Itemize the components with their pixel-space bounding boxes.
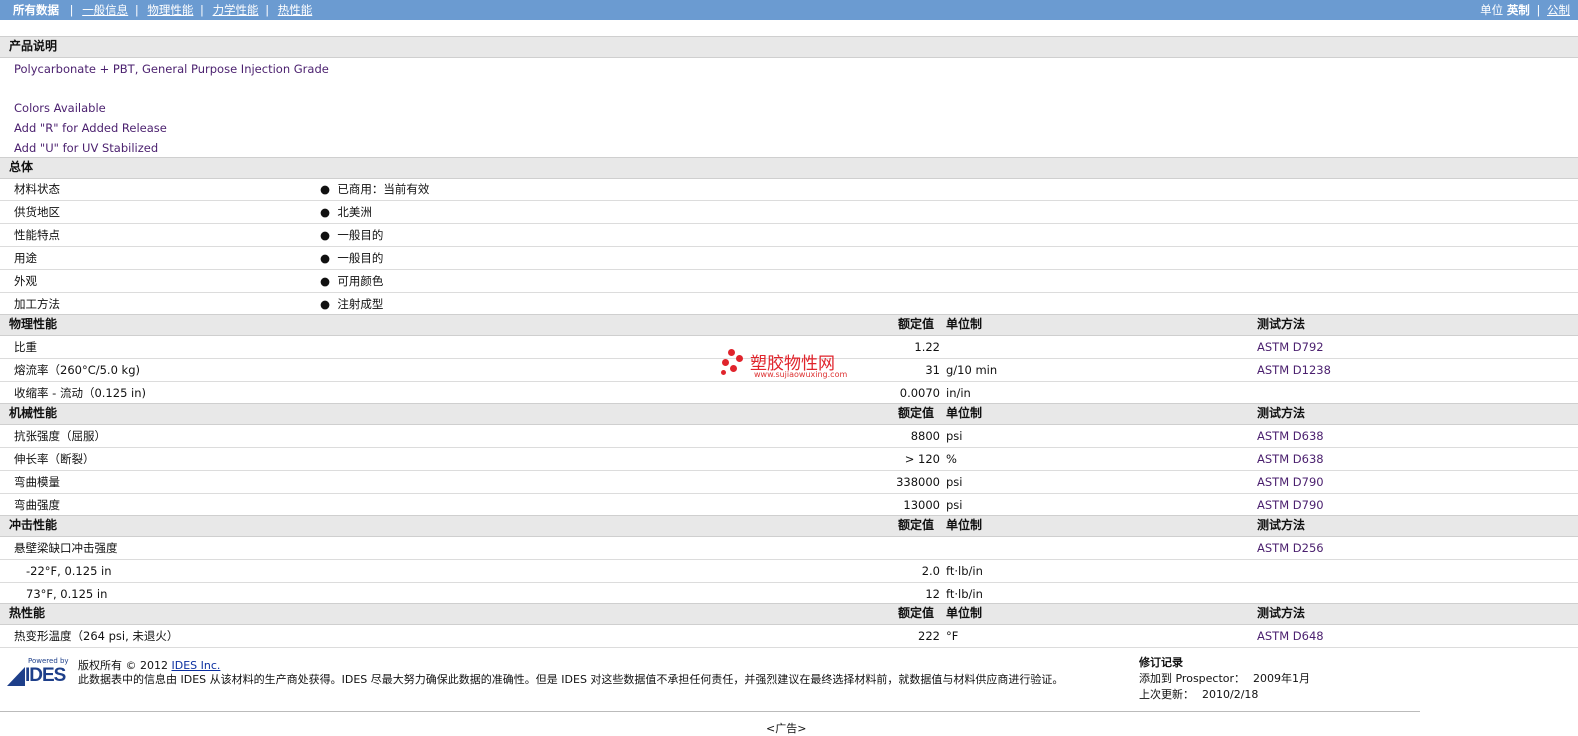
table-row: 弯曲强度 13000 psi ASTM D790 [0, 494, 1578, 516]
unit-switcher: 单位 英制 | 公制 [1480, 3, 1570, 17]
test-method-link[interactable]: ASTM D790 [1257, 471, 1324, 493]
property-label: 材料状态 [14, 182, 60, 196]
table-row: 73°F, 0.125 in 12 ft·lb/in [26, 587, 983, 601]
footer-divider [0, 711, 1420, 712]
property-label: 用途 [14, 251, 37, 265]
test-method-link[interactable]: ASTM D638 [1257, 425, 1324, 447]
site-watermark: 塑胶物性网 www.sujiaowuxing.com [720, 347, 860, 383]
table-row: -22°F, 0.125 in 2.0 ft·lb/in [0, 560, 1578, 583]
product-desc-line: Add "R" for Added Release [14, 121, 167, 135]
product-desc-line: Colors Available [14, 101, 106, 115]
tab-bar: 所有数据 | 一般信息 | 物理性能 | 力学性能 | 热性能 [13, 3, 313, 17]
test-method-link[interactable]: ASTM D638 [1257, 448, 1324, 470]
table-row: 弯曲模量 338000 psi ASTM D790 [0, 471, 1578, 494]
property-value: ● 可用颜色 [320, 274, 384, 288]
table-row: 伸长率（断裂） > 120 % ASTM D638 [0, 448, 1578, 471]
tab-thermal[interactable]: 热性能 [278, 3, 313, 17]
test-method-link[interactable]: ASTM D1238 [1257, 359, 1331, 381]
property-value: ● 北美洲 [320, 205, 372, 219]
section-general: 总体 [0, 157, 1578, 179]
section-mechanical: 机械性能 额定值 单位制 测试方法 [0, 403, 1578, 425]
property-label: 加工方法 [14, 297, 60, 311]
table-row: 热变形温度（264 psi, 未退火） 222 °F ASTM D648 [0, 625, 1578, 648]
property-label: 供货地区 [14, 205, 60, 219]
table-row: 悬壁梁缺口冲击强度 ASTM D256 [0, 537, 1578, 560]
section-impact: 冲击性能 额定值 单位制 测试方法 [0, 515, 1578, 537]
units-label: 单位 [1480, 3, 1504, 17]
section-physical: 物理性能 额定值 单位制 测试方法 [0, 314, 1578, 336]
property-value: ● 一般目的 [320, 228, 384, 242]
table-row: 供货地区 ● 北美洲 [0, 201, 1578, 224]
tab-all-data[interactable]: 所有数据 [13, 3, 59, 17]
test-method-link[interactable]: ASTM D256 [1257, 537, 1324, 559]
section-thermal: 热性能 额定值 单位制 测试方法 [0, 603, 1578, 625]
table-row: 收缩率 - 流动（0.125 in) 0.0070 in/in [14, 386, 971, 400]
top-nav: 所有数据 | 一般信息 | 物理性能 | 力学性能 | 热性能 单位 英制 | … [0, 0, 1578, 20]
product-desc-line: Add "U" for UV Stabilized [14, 141, 159, 155]
tab-physical[interactable]: 物理性能 [147, 3, 193, 17]
property-label: 外观 [14, 274, 37, 288]
watermark-url: www.sujiaowuxing.com [754, 370, 848, 379]
tab-general-info[interactable]: 一般信息 [82, 3, 128, 17]
ides-swoosh-icon [7, 667, 25, 686]
tab-mechanical[interactable]: 力学性能 [213, 3, 259, 17]
table-row: 加工方法 ● 注射成型 [0, 293, 1578, 315]
product-desc-line: Polycarbonate + PBT, General Purpose Inj… [14, 62, 329, 76]
table-row: 用途 ● 一般目的 [0, 247, 1578, 270]
footer: Powered by IDES 版权所有 © 2012 IDES Inc. 此数… [0, 652, 1578, 712]
table-row: 材料状态 ● 已商用：当前有效 [0, 178, 1578, 201]
test-method-link[interactable]: ASTM D648 [1257, 625, 1324, 647]
table-row: 性能特点 ● 一般目的 [0, 224, 1578, 247]
test-method-link[interactable]: ASTM D792 [1257, 336, 1324, 358]
ides-logo[interactable]: Powered by IDES [7, 657, 71, 687]
table-row: 外观 ● 可用颜色 [0, 270, 1578, 293]
unit-metric[interactable]: 公制 [1547, 3, 1570, 17]
property-value: ● 已商用：当前有效 [320, 182, 430, 196]
property-value: ● 注射成型 [320, 297, 384, 311]
revision-history: 修订记录 添加到 Prospector： 2009年1月 上次更新： 2010/2/… [1139, 656, 1311, 701]
unit-imperial[interactable]: 英制 [1507, 3, 1530, 17]
property-label: 性能特点 [14, 228, 60, 242]
section-product-description: 产品说明 [0, 36, 1578, 58]
property-value: ● 一般目的 [320, 251, 384, 265]
disclaimer: 此数据表中的信息由 IDES 从该材料的生产商处获得。IDES 尽最大努力确保此… [78, 673, 1064, 686]
test-method-link[interactable]: ASTM D790 [1257, 494, 1324, 516]
table-row: 抗张强度（屈服） 8800 psi ASTM D638 [0, 425, 1578, 448]
